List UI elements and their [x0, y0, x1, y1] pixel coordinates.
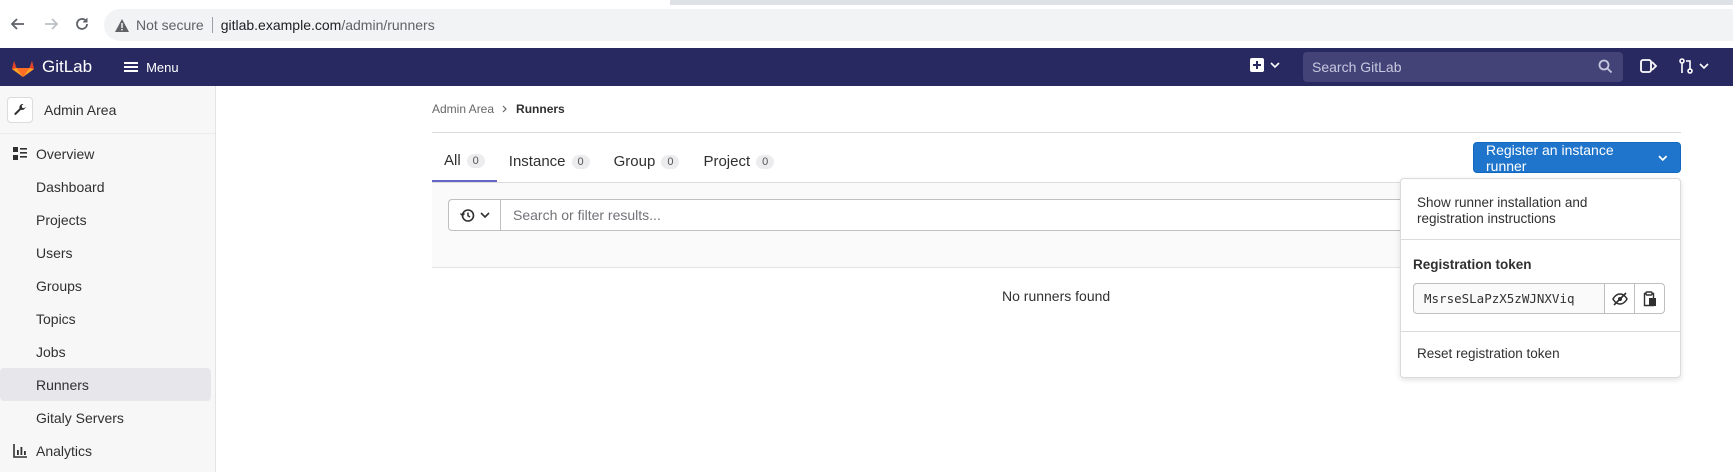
register-runner-dropdown: Show runner installation and registratio… [1400, 178, 1681, 378]
count-badge: 0 [661, 154, 680, 169]
sidebar-item-label: Users [36, 244, 73, 261]
tanuki-icon [12, 61, 34, 77]
sidebar-item-label: Gitaly Servers [36, 409, 124, 426]
sidebar-item-label: Jobs [36, 343, 66, 360]
analytics-icon [12, 443, 28, 459]
wrench-icon [7, 96, 33, 123]
forward-icon[interactable] [39, 12, 63, 36]
register-button-label: Register an instance runner [1486, 141, 1614, 174]
eye-slash-icon [1611, 291, 1628, 306]
back-icon[interactable] [6, 12, 30, 36]
gitlab-header: GitLab Menu Search GitLab [0, 48, 1733, 86]
sidebar-item-topics[interactable]: Topics [0, 302, 215, 335]
filter-search-input[interactable]: Search or filter results... [500, 199, 1402, 231]
chevron-down-icon [1658, 154, 1668, 161]
sidebar-title: Admin Area [44, 101, 117, 118]
admin-sidebar: Admin Area Overview Dashboard Projects U… [0, 86, 216, 472]
sidebar-item-projects[interactable]: Projects [0, 203, 215, 236]
browser-tabstrip [0, 0, 1733, 5]
sidebar-item-analytics[interactable]: Analytics [0, 434, 215, 467]
url-host: gitlab.example.com [220, 17, 342, 33]
chevron-down-icon [479, 212, 490, 219]
tab-all[interactable]: All 0 [432, 141, 497, 182]
tab-project[interactable]: Project 0 [691, 141, 786, 182]
breadcrumb-current[interactable]: Runners [516, 102, 565, 116]
search-placeholder: Search GitLab [1312, 59, 1402, 75]
sidebar-item-label: Groups [36, 277, 82, 294]
tab-label: Project [703, 153, 751, 170]
reload-icon[interactable] [70, 12, 94, 36]
dropdown-divider [1401, 239, 1680, 240]
browser-toolbar: Not secure gitlab.example.com/admin/runn… [0, 0, 1733, 48]
search-input[interactable]: Search GitLab [1303, 52, 1623, 82]
chevron-down-icon [1270, 62, 1280, 69]
sidebar-item-label: Analytics [36, 442, 93, 459]
merge-request-icon [1679, 58, 1693, 74]
sidebar-item-label: Topics [36, 310, 76, 327]
tab-group[interactable]: Group 0 [602, 141, 692, 182]
search-icon [1598, 59, 1613, 74]
chevron-right-icon [502, 105, 507, 113]
history-icon [459, 208, 474, 222]
issues-icon[interactable] [1640, 58, 1658, 74]
url-separator [211, 17, 213, 33]
toggle-token-visibility-button[interactable] [1604, 283, 1635, 314]
sidebar-item-overview[interactable]: Overview [0, 137, 215, 170]
count-badge: 0 [466, 153, 485, 168]
not-secure-label: Not secure [136, 17, 204, 33]
runner-type-tabs: All 0 Instance 0 Group 0 Project 0 [432, 141, 786, 182]
sidebar-item-label: Projects [36, 211, 87, 228]
dropdown-divider [1401, 331, 1680, 332]
sidebar-item-groups[interactable]: Groups [0, 269, 215, 302]
copy-token-button[interactable] [1634, 283, 1665, 314]
divider [432, 132, 1681, 133]
copy-icon [1643, 290, 1656, 306]
sidebar-header[interactable]: Admin Area [0, 86, 215, 134]
sidebar-item-jobs[interactable]: Jobs [0, 335, 215, 368]
sidebar-item-label: Overview [36, 145, 95, 162]
tab-instance[interactable]: Instance 0 [497, 141, 602, 182]
browser-active-tab[interactable] [0, 0, 670, 5]
gitlab-logo[interactable]: GitLab [11, 56, 92, 78]
hamburger-icon [124, 60, 139, 74]
breadcrumb-parent[interactable]: Admin Area [432, 102, 494, 116]
chevron-down-icon [1699, 63, 1709, 70]
empty-state-message: No runners found [1002, 288, 1111, 304]
registration-token-field[interactable]: MsrseSLaPzX5zWJNXViq [1413, 283, 1605, 314]
reset-token-item[interactable]: Reset registration token [1417, 346, 1560, 361]
sidebar-item-runners[interactable]: Runners [0, 368, 211, 401]
register-instance-runner-button[interactable]: Register an instance runner [1473, 141, 1681, 174]
tab-label: Group [613, 153, 656, 170]
menu-label: Menu [146, 59, 179, 75]
breadcrumb: Admin Area Runners [432, 102, 565, 116]
show-instructions-item[interactable]: Show runner installation and registratio… [1417, 195, 1657, 227]
warning-icon [114, 17, 130, 33]
tab-label: All [444, 152, 461, 169]
address-bar[interactable]: Not secure gitlab.example.com/admin/runn… [104, 9, 1733, 41]
merge-requests-button[interactable] [1678, 58, 1709, 74]
filter-placeholder: Search or filter results... [513, 207, 661, 223]
overview-icon [12, 146, 28, 162]
menu-button[interactable]: Menu [124, 60, 179, 75]
filter-bar: Search or filter results... [432, 183, 1402, 268]
brand-name: GitLab [42, 57, 93, 76]
count-badge: 0 [571, 154, 590, 169]
sidebar-item-users[interactable]: Users [0, 236, 215, 269]
sidebar-item-label: Runners [36, 376, 89, 393]
sidebar-item-dashboard[interactable]: Dashboard [0, 170, 215, 203]
count-badge: 0 [756, 154, 775, 169]
plus-square-icon [1250, 58, 1264, 72]
new-dropdown-button[interactable] [1250, 58, 1280, 72]
tab-label: Instance [508, 153, 566, 170]
url-path: /admin/runners [341, 17, 435, 33]
sidebar-item-gitaly-servers[interactable]: Gitaly Servers [0, 401, 215, 434]
registration-token-label: Registration token [1413, 257, 1532, 272]
recent-searches-button[interactable] [448, 199, 500, 231]
sidebar-item-label: Dashboard [36, 178, 105, 195]
